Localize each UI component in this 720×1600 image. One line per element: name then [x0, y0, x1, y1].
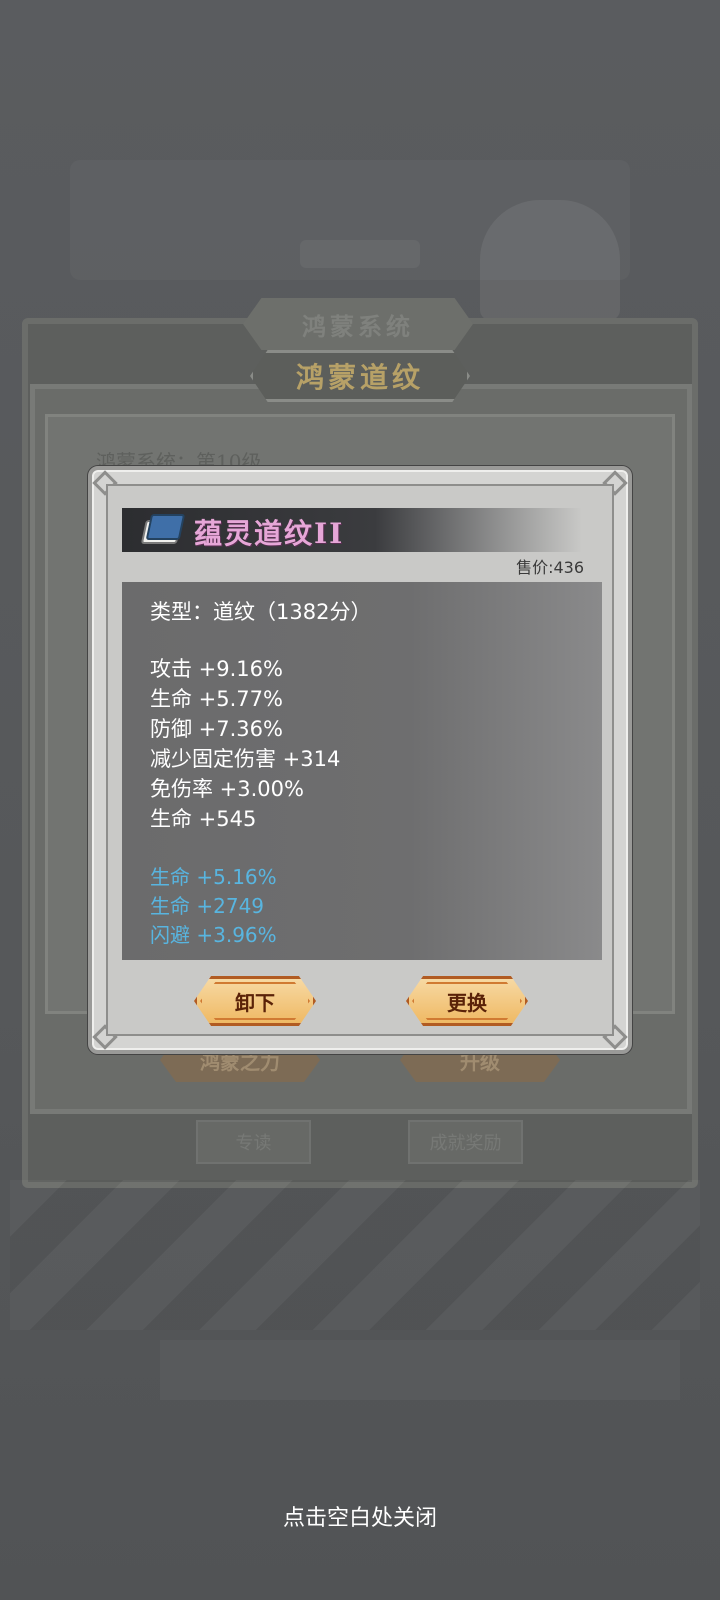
stat-line: 防御 +7.36% [150, 717, 283, 741]
dialog-inner-frame: 蕴灵道纹II 售价:436 类型：道纹（1382分） 攻击 +9.16% 生命 … [106, 484, 614, 1036]
status-bar [0, 0, 720, 10]
background-bottom-strip [160, 1340, 680, 1400]
stats-panel: 类型：道纹（1382分） 攻击 +9.16% 生命 +5.77% 防御 +7.3… [122, 582, 602, 960]
background-lattice [10, 1180, 700, 1330]
extra-stat-line: 闪避 +3.96% [150, 923, 277, 947]
stat-line: 免伤率 +3.00% [150, 777, 304, 801]
unequip-button[interactable]: 卸下 [194, 976, 316, 1026]
extra-stat-line: 生命 +5.16% [150, 865, 277, 889]
item-detail-dialog: 蕴灵道纹II 售价:436 类型：道纹（1382分） 攻击 +9.16% 生命 … [88, 466, 632, 1054]
sell-price: 售价:436 [516, 558, 584, 577]
replace-button[interactable]: 更换 [406, 976, 528, 1026]
study-tab: 专读 [196, 1120, 311, 1164]
book-icon [134, 512, 189, 546]
stat-line: 生命 +5.77% [150, 687, 283, 711]
daowen-plaque: 鸿蒙道纹 [250, 350, 470, 402]
system-plaque: 鸿蒙系统 [243, 298, 473, 350]
stat-line: 减少固定伤害 +314 [150, 747, 341, 771]
item-name: 蕴灵道纹II [194, 517, 345, 550]
background-character [480, 200, 620, 320]
base-stats-list: 攻击 +9.16% 生命 +5.77% 防御 +7.36% 减少固定伤害 +31… [150, 654, 340, 834]
extra-stat-line: 生命 +2749 [150, 894, 265, 918]
extra-stats-list: 生命 +5.16% 生命 +2749 闪避 +3.96% [150, 863, 277, 950]
background-subtitle [300, 240, 420, 268]
item-type: 类型：道纹（1382分） [150, 600, 372, 624]
stat-line: 攻击 +9.16% [150, 657, 283, 681]
stat-line: 生命 +545 [150, 807, 257, 831]
title-band [122, 508, 582, 552]
achievement-tab: 成就奖励 [408, 1120, 523, 1164]
close-hint: 点击空白处关闭 [282, 1506, 437, 1531]
